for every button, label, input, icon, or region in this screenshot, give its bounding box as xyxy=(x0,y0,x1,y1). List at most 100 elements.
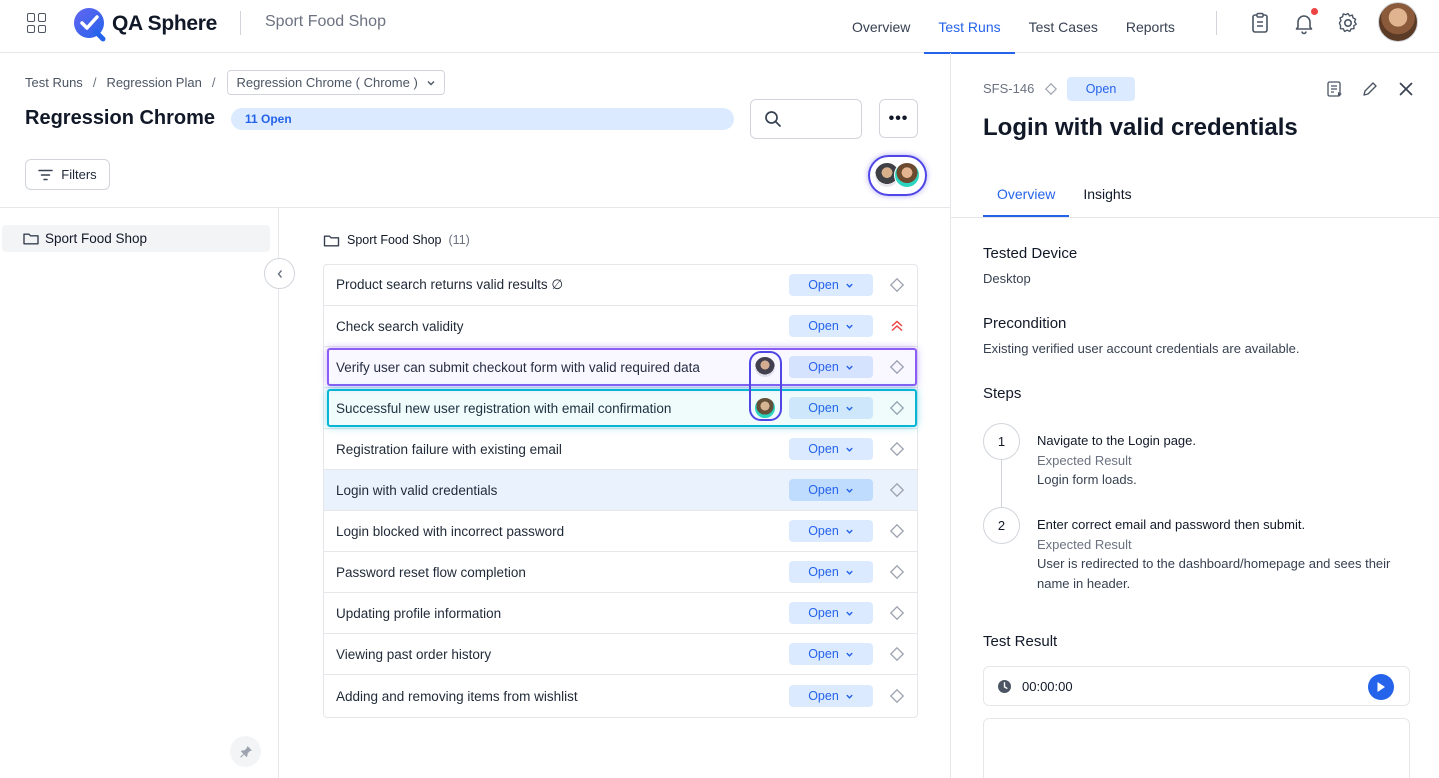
notification-dot xyxy=(1311,8,1318,15)
step-number: 2 xyxy=(983,507,1020,544)
status-dropdown[interactable]: Open xyxy=(789,685,873,707)
nav-overview[interactable]: Overview xyxy=(838,0,924,53)
test-case-title: Registration failure with existing email xyxy=(336,441,562,457)
start-timer-button[interactable] xyxy=(1368,674,1394,700)
pin-sidebar-button[interactable] xyxy=(230,736,261,767)
status-dropdown[interactable]: Open xyxy=(789,520,873,542)
test-case-row[interactable]: Viewing past order history Open xyxy=(324,634,917,675)
status-label: Open xyxy=(808,360,839,374)
test-case-title: Check search validity xyxy=(336,318,464,334)
search-field[interactable] xyxy=(750,99,862,139)
nav-test-runs[interactable]: Test Runs xyxy=(924,0,1015,54)
chevron-down-icon xyxy=(846,365,853,370)
top-navigation: QA Sphere Sport Food Shop Overview Test … xyxy=(0,0,1439,54)
status-label: Open xyxy=(808,606,839,620)
chevron-down-icon xyxy=(846,283,853,288)
app-grid-icon[interactable] xyxy=(27,13,47,33)
user-avatar[interactable] xyxy=(1378,2,1418,42)
step-action: Navigate to the Login page. xyxy=(1037,433,1197,448)
nav-reports[interactable]: Reports xyxy=(1112,0,1189,53)
steps-heading: Steps xyxy=(983,385,1022,402)
test-case-row[interactable]: Adding and removing items from wishlist O… xyxy=(324,675,917,717)
filters-label: Filters xyxy=(61,167,97,182)
sidebar-folder-item[interactable]: Sport Food Shop xyxy=(2,225,270,252)
test-case-row[interactable]: Product search returns valid results ∅ Op… xyxy=(324,265,917,306)
chevron-down-icon xyxy=(846,570,853,575)
step-expected-label: Expected Result xyxy=(1037,537,1132,552)
nav-test-cases[interactable]: Test Cases xyxy=(1015,0,1112,53)
test-case-title: Login with valid credentials xyxy=(336,482,498,498)
status-dropdown[interactable]: Open xyxy=(789,643,873,665)
nav-divider xyxy=(1216,11,1217,35)
status-dropdown[interactable]: Open xyxy=(789,438,873,460)
tab-overview[interactable]: Overview xyxy=(983,170,1070,217)
priority-none-icon xyxy=(889,482,905,498)
tested-device-heading: Tested Device xyxy=(983,245,1078,262)
pin-icon xyxy=(239,745,252,758)
folder-header: Sport Food Shop (11) xyxy=(323,233,470,247)
assignee-avatar[interactable] xyxy=(754,356,776,378)
gear-icon[interactable] xyxy=(1336,11,1360,35)
assignee-avatar-group[interactable] xyxy=(868,155,927,196)
search-input[interactable] xyxy=(791,108,855,130)
step-expected-label: Expected Result xyxy=(1037,453,1132,468)
folder-name: Sport Food Shop xyxy=(347,233,442,247)
status-dropdown[interactable]: Open xyxy=(789,397,873,419)
test-case-title: Login blocked with incorrect password xyxy=(336,523,565,539)
test-case-row[interactable]: Password reset flow completion Open xyxy=(324,552,917,593)
folder-icon xyxy=(23,233,39,245)
folder-count: (11) xyxy=(448,233,470,247)
more-options-button[interactable]: ••• xyxy=(879,99,918,138)
clock-icon xyxy=(998,680,1011,693)
priority-none-icon xyxy=(889,605,905,621)
test-case-row[interactable]: Check search validity Open xyxy=(324,306,917,347)
test-case-row[interactable]: Updating profile information Open xyxy=(324,593,917,634)
status-label: Open xyxy=(808,442,839,456)
project-name[interactable]: Sport Food Shop xyxy=(265,13,386,31)
search-icon xyxy=(765,111,781,127)
breadcrumb-separator: / xyxy=(92,75,97,90)
filter-icon xyxy=(38,169,54,180)
clipboard-icon[interactable] xyxy=(1248,11,1272,35)
status-dropdown[interactable]: Open xyxy=(789,315,873,337)
tabs-divider xyxy=(951,217,1439,218)
status-dropdown[interactable]: Open xyxy=(789,356,873,378)
collapse-sidebar-button[interactable] xyxy=(264,258,295,289)
precondition-value: Existing verified user account credentia… xyxy=(983,341,1300,356)
status-dropdown[interactable]: Open xyxy=(789,602,873,624)
run-select-dropdown[interactable]: Regression Chrome ( Chrome ) xyxy=(227,70,445,95)
detail-tabs: Overview Insights xyxy=(983,170,1146,217)
chevron-down-icon xyxy=(846,324,853,329)
status-dropdown[interactable]: Open xyxy=(789,561,873,583)
chevron-down-icon xyxy=(846,406,853,411)
status-dropdown[interactable]: Open xyxy=(789,479,873,501)
edit-icon[interactable] xyxy=(1361,80,1379,98)
test-case-row[interactable]: Login with valid credentials Open xyxy=(324,470,917,511)
test-case-row[interactable]: Verify user can submit checkout form wit… xyxy=(324,347,917,388)
toolbar-divider xyxy=(0,207,950,208)
priority-none-icon xyxy=(889,359,905,375)
breadcrumb-regression-plan[interactable]: Regression Plan xyxy=(106,75,201,90)
nav-divider xyxy=(240,11,241,35)
status-dropdown[interactable]: Open xyxy=(789,274,873,296)
test-result-comment-field[interactable] xyxy=(983,718,1410,778)
qa-sphere-logo[interactable]: QA Sphere xyxy=(72,6,217,42)
tab-insights[interactable]: Insights xyxy=(1069,170,1145,217)
timer-field: 00:00:00 xyxy=(983,666,1410,706)
test-case-row[interactable]: Login blocked with incorrect password Ope… xyxy=(324,511,917,552)
detail-status-badge[interactable]: Open xyxy=(1067,77,1135,101)
detail-title: Login with valid credentials xyxy=(983,114,1298,141)
page-title: Regression Chrome xyxy=(25,107,216,129)
breadcrumb-test-runs[interactable]: Test Runs xyxy=(25,75,83,90)
chevron-left-icon xyxy=(277,269,282,278)
case-id: SFS-146 xyxy=(983,81,1035,96)
test-case-row[interactable]: Successful new user registration with em… xyxy=(324,388,917,429)
assignee-avatar[interactable] xyxy=(754,397,776,419)
status-label: Open xyxy=(808,278,839,292)
diamond-icon xyxy=(1045,83,1057,95)
filters-button[interactable]: Filters xyxy=(25,159,110,190)
test-case-row[interactable]: Registration failure with existing email… xyxy=(324,429,917,470)
chevron-down-icon xyxy=(846,694,853,699)
test-log-icon[interactable] xyxy=(1326,80,1344,98)
close-icon[interactable] xyxy=(1397,80,1415,98)
